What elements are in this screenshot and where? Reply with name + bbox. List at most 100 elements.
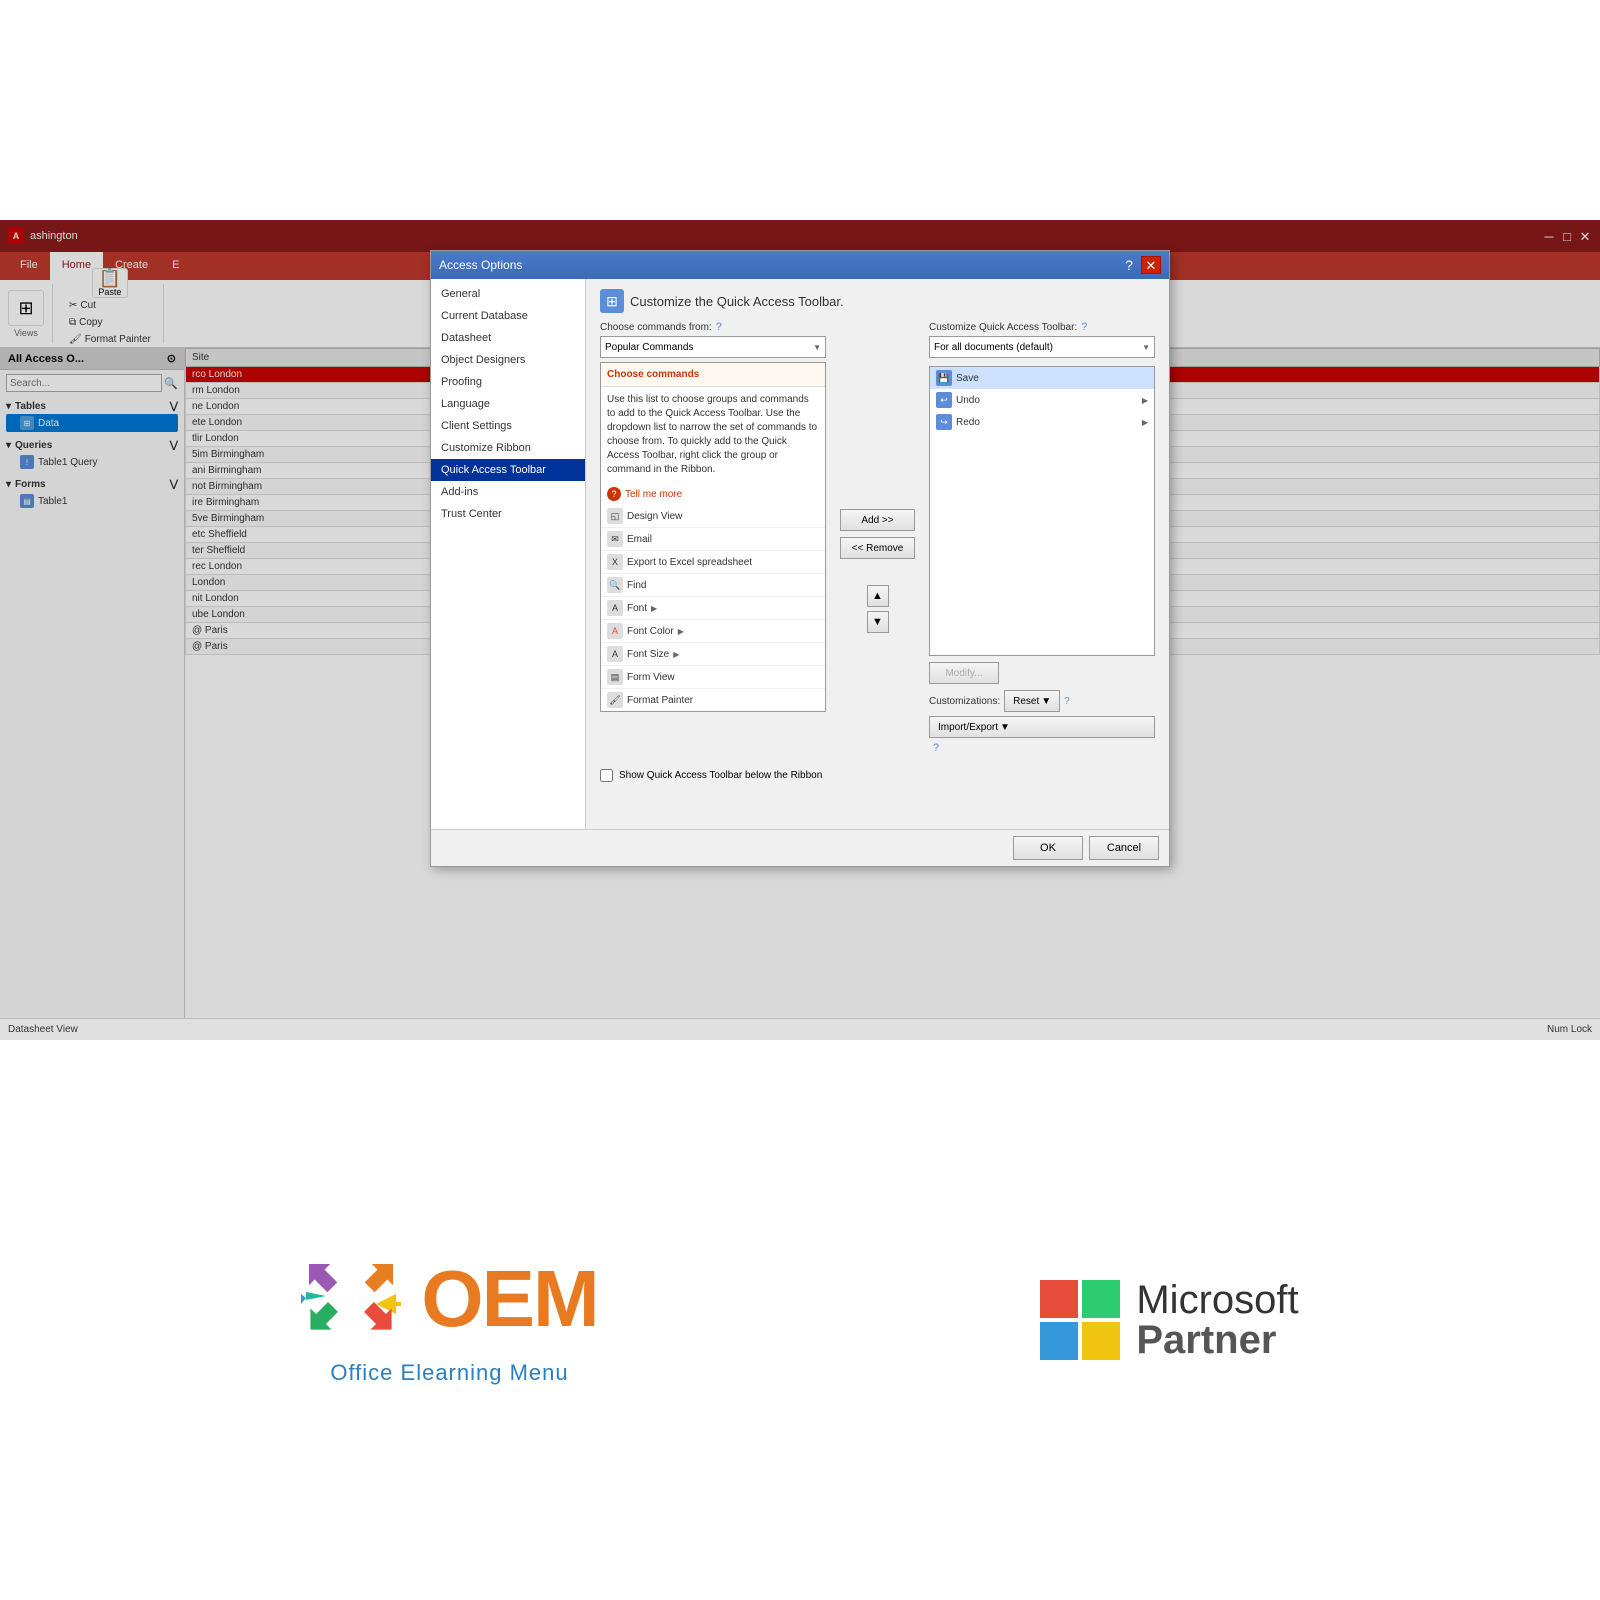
reset-dropdown-arrow: ▼ xyxy=(1041,696,1051,707)
cmd-find[interactable]: 🔍 Find xyxy=(601,574,825,597)
font-color-icon: A xyxy=(607,623,623,639)
cmd-font[interactable]: A Font ▶ xyxy=(601,597,825,620)
nav-general[interactable]: General xyxy=(431,283,585,305)
cmd-name: Form View xyxy=(627,672,675,683)
cmd-design-view[interactable]: ◱ Design View xyxy=(601,505,825,528)
redo-expand-icon: ▶ xyxy=(1142,418,1148,427)
redo-toolbar-icon: ↪ xyxy=(936,414,952,430)
dialog-title: Access Options xyxy=(439,258,522,272)
commands-list-box[interactable]: Choose commands Use this list to choose … xyxy=(600,362,826,712)
nav-proofing[interactable]: Proofing xyxy=(431,371,585,393)
section-title-text: Customize the Quick Access Toolbar. xyxy=(630,294,844,309)
customizations-label: Customizations: xyxy=(929,696,1000,707)
tell-me-more-link[interactable]: ? Tell me more xyxy=(601,483,825,505)
font-size-icon: A xyxy=(607,646,623,662)
add-button[interactable]: Add >> xyxy=(840,509,915,531)
dropdown-value: Popular Commands xyxy=(605,342,693,353)
cmd-name: Format Painter xyxy=(627,695,693,706)
dialog-overlay: Access Options ? ✕ General Current Datab… xyxy=(0,220,1600,1018)
cmd-name: Email xyxy=(627,534,652,545)
nav-quick-access-toolbar[interactable]: Quick Access Toolbar xyxy=(431,459,585,481)
reset-button[interactable]: Reset ▼ xyxy=(1004,690,1060,712)
customize-icon: ⊞ xyxy=(600,289,624,313)
ms-square-blue xyxy=(1040,1322,1078,1360)
nav-customize-ribbon[interactable]: Customize Ribbon xyxy=(431,437,585,459)
export-excel-icon: X xyxy=(607,554,623,570)
partner-text: Partner xyxy=(1136,1320,1298,1360)
microsoft-partner-logo: Microsoft Partner xyxy=(1040,1280,1298,1360)
columns-layout: Choose commands from: ? Popular Commands… xyxy=(600,321,1155,761)
dialog-body: General Current Database Datasheet Objec… xyxy=(431,279,1169,829)
nav-datasheet[interactable]: Datasheet xyxy=(431,327,585,349)
dialog-help-button[interactable]: ? xyxy=(1119,256,1139,274)
ms-text-block: Microsoft Partner xyxy=(1136,1280,1298,1360)
toolbar-item-redo[interactable]: ↪ Redo ▶ xyxy=(930,411,1154,433)
show-qat-label: Show Quick Access Toolbar below the Ribb… xyxy=(619,770,822,781)
cmd-export-excel[interactable]: X Export to Excel spreadsheet xyxy=(601,551,825,574)
status-left: Datasheet View xyxy=(8,1024,78,1035)
ms-square-green xyxy=(1082,1280,1120,1318)
reset-help-icon[interactable]: ? xyxy=(1064,696,1070,707)
dialog-footer: OK Cancel xyxy=(431,829,1169,866)
ok-button[interactable]: OK xyxy=(1013,836,1083,860)
nav-current-database[interactable]: Current Database xyxy=(431,305,585,327)
cmd-name: Design View xyxy=(627,511,682,522)
ms-square-red xyxy=(1040,1280,1078,1318)
dialog-titlebar: Access Options ? ✕ xyxy=(431,251,1169,279)
cancel-button[interactable]: Cancel xyxy=(1089,836,1159,860)
remove-button[interactable]: << Remove xyxy=(840,537,915,559)
customize-toolbar-label: Customize Quick Access Toolbar: ? xyxy=(929,321,1155,333)
nav-object-designers[interactable]: Object Designers xyxy=(431,349,585,371)
show-qat-row: Show Quick Access Toolbar below the Ribb… xyxy=(600,769,1155,782)
cmd-format-painter[interactable]: 🖌 Format Painter xyxy=(601,689,825,712)
modify-button[interactable]: Modify... xyxy=(929,662,999,684)
cmd-arrow-icon: ▶ xyxy=(673,650,679,659)
move-down-button[interactable]: ▼ xyxy=(867,611,889,633)
access-background: A ashington ─ □ ✕ File Home Create E xyxy=(0,220,1600,1040)
nav-add-ins[interactable]: Add-ins xyxy=(431,481,585,503)
cmd-name: Export to Excel spreadsheet xyxy=(627,557,752,568)
customize-toolbar-column: Customize Quick Access Toolbar: ? For al… xyxy=(929,321,1155,761)
tell-me-more-icon: ? xyxy=(607,487,621,501)
toolbar-item-undo[interactable]: ↩ Undo ▶ xyxy=(930,389,1154,411)
format-painter-icon: 🖌 xyxy=(607,692,623,708)
toolbar-item-name: Redo xyxy=(956,417,980,428)
ms-squares-icon xyxy=(1040,1280,1120,1360)
for-all-docs-arrow: ▼ xyxy=(1142,343,1150,352)
nav-client-settings[interactable]: Client Settings xyxy=(431,415,585,437)
choose-commands-text: Use this list to choose groups and comma… xyxy=(601,387,825,483)
commands-dropdown[interactable]: Popular Commands ▼ xyxy=(600,336,826,358)
import-export-help-icon[interactable]: ? xyxy=(933,742,1155,754)
status-bar: Datasheet View Num Lock xyxy=(0,1018,1600,1040)
for-all-documents-dropdown[interactable]: For all documents (default) ▼ xyxy=(929,336,1155,358)
dialog-close-button[interactable]: ✕ xyxy=(1141,256,1161,274)
import-export-button[interactable]: Import/Export ▼ xyxy=(929,716,1155,738)
cmd-email[interactable]: ✉ Email xyxy=(601,528,825,551)
branding-area: OEM Office Elearning Menu Microsoft Part… xyxy=(0,1040,1600,1600)
cmd-name: Font Color xyxy=(627,626,674,637)
toolbar-items-list[interactable]: 💾 Save ↩ Undo ▶ ↪ xyxy=(929,366,1155,656)
cmd-form-view[interactable]: ▤ Form View xyxy=(601,666,825,689)
form-view-icon: ▤ xyxy=(607,669,623,685)
show-qat-checkbox[interactable] xyxy=(600,769,613,782)
oem-subtitle: Office Elearning Menu xyxy=(330,1360,568,1386)
toolbar-item-name: Undo xyxy=(956,395,980,406)
undo-toolbar-icon: ↩ xyxy=(936,392,952,408)
dialog-section-title: ⊞ Customize the Quick Access Toolbar. xyxy=(600,289,1155,313)
nav-language[interactable]: Language xyxy=(431,393,585,415)
customize-toolbar-help-icon[interactable]: ? xyxy=(1081,321,1087,333)
undo-expand-icon: ▶ xyxy=(1142,396,1148,405)
import-export-arrow: ▼ xyxy=(1000,722,1010,733)
toolbar-item-save[interactable]: 💾 Save xyxy=(930,367,1154,389)
toolbar-item-name: Save xyxy=(956,373,979,384)
cmd-name: Find xyxy=(627,580,646,591)
cmd-font-color[interactable]: A Font Color ▶ xyxy=(601,620,825,643)
dialog-nav: General Current Database Datasheet Objec… xyxy=(431,279,586,829)
move-up-button[interactable]: ▲ xyxy=(867,585,889,607)
choose-commands-help-icon[interactable]: ? xyxy=(716,321,722,333)
screenshot-area: A ashington ─ □ ✕ File Home Create E xyxy=(0,220,1600,1040)
cmd-font-size[interactable]: A Font Size ▶ xyxy=(601,643,825,666)
top-white-area xyxy=(0,0,1600,220)
oem-logo-top: OEM xyxy=(301,1254,597,1344)
nav-trust-center[interactable]: Trust Center xyxy=(431,503,585,525)
